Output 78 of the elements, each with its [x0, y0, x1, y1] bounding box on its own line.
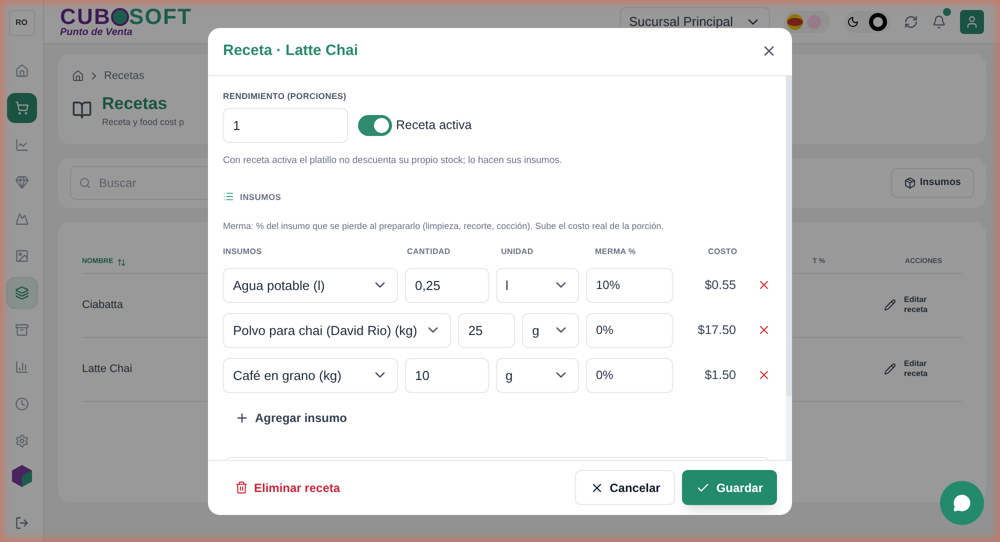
edit-recipe-button[interactable]: Editar receta	[884, 295, 944, 315]
bell-icon[interactable]	[932, 14, 946, 28]
yield-input[interactable]: 1	[223, 108, 348, 144]
search-icon	[79, 176, 91, 188]
quantity-input[interactable]: 0,25	[405, 268, 488, 303]
pencil-icon	[884, 299, 896, 311]
hint-text: Con receta activa el platillo no descuenta su propio stock; lo hacen sus insumos.	[223, 154, 564, 168]
user-icon	[965, 14, 979, 28]
field-label: RENDIMIENTO (PORCIONES)	[223, 90, 348, 102]
language-toggle[interactable]	[784, 10, 830, 32]
home-icon[interactable]	[72, 70, 84, 82]
insumo-select[interactable]: Café en grano (kg)	[223, 358, 398, 393]
cancel-button[interactable]: Cancelar	[574, 470, 676, 505]
settings-icon	[14, 434, 28, 448]
page-title: Recetas	[102, 92, 168, 114]
book-icon	[72, 100, 92, 120]
list-icon	[223, 191, 234, 202]
trash-icon	[235, 481, 248, 494]
sidebar-item[interactable]	[6, 93, 36, 123]
page-subtitle: Receta y food cost p	[102, 116, 184, 129]
delete-recipe-button[interactable]: Eliminar receta	[235, 478, 340, 496]
sidebar-item[interactable]	[6, 278, 36, 308]
scrollbar[interactable]	[786, 76, 792, 460]
column-header: INSUMOS	[223, 246, 263, 258]
theme-toggle[interactable]	[844, 10, 890, 32]
refresh-icon[interactable]	[904, 14, 918, 28]
user-badge: RO	[8, 10, 34, 36]
cost-value: $0.55	[704, 276, 736, 294]
merma-note: Merma: % del insumo que se pierde al prepararlo (limpieza, recorte, cocción). Sube el costo real de la porción.	[223, 220, 665, 234]
image-icon	[14, 249, 28, 263]
pencil-icon	[884, 363, 896, 375]
unit-select[interactable]: g	[522, 312, 580, 348]
column-header: UNIDAD	[501, 246, 534, 258]
merma-input[interactable]: 10%	[586, 268, 673, 303]
insumo-select[interactable]: Polvo para chai (David Rio) (kg)	[223, 312, 452, 348]
column-header: CANTIDAD	[407, 246, 452, 258]
column-header: MERMA %	[595, 246, 637, 258]
line-chart-icon	[14, 138, 28, 152]
profile-button[interactable]	[960, 10, 984, 34]
tagline: Punto de Venta	[60, 28, 134, 38]
table-cell-text: Latte Chai	[82, 362, 132, 377]
save-button[interactable]: Guardar	[682, 470, 777, 505]
layers-icon	[14, 286, 28, 300]
merma-input[interactable]: 0%	[586, 358, 673, 393]
unit-select[interactable]: l	[496, 268, 579, 303]
cost-value: $17.50	[696, 322, 736, 339]
sort-icon	[117, 258, 126, 266]
unit-select[interactable]: g	[496, 358, 579, 393]
logo-text: CUB	[60, 6, 111, 28]
home-icon	[14, 64, 28, 78]
quantity-input[interactable]: 10	[405, 358, 488, 393]
table-cell-text: Ciabatta	[82, 298, 123, 313]
hexagon-logo-icon	[10, 464, 34, 488]
insumo-select[interactable]: Agua potable (l)	[223, 268, 398, 303]
archive-icon	[14, 323, 28, 337]
toggle-label: Receta activa	[396, 117, 472, 134]
cart-icon	[14, 101, 28, 115]
globe-icon	[110, 8, 129, 26]
package-icon	[904, 176, 916, 188]
active-toggle[interactable]	[358, 115, 392, 136]
column-header: COSTO	[708, 246, 738, 258]
logout-icon[interactable]	[14, 516, 28, 530]
add-insumo-button[interactable]: Agregar insumo	[235, 408, 348, 427]
merma-input[interactable]: 0%	[586, 312, 674, 348]
bar-chart-icon	[14, 360, 28, 374]
logo-text: SOFT	[128, 6, 192, 28]
dialog-title: Receta · Latte Chai	[223, 40, 358, 61]
insumos-button[interactable]: Insumos	[890, 168, 974, 198]
gem-icon	[14, 175, 28, 189]
chat-icon	[953, 494, 971, 512]
chat-button[interactable]	[940, 481, 984, 525]
clock-icon	[14, 397, 28, 411]
cost-value: $1.50	[704, 366, 736, 384]
plus-icon	[235, 410, 249, 425]
moon-icon	[847, 16, 859, 28]
quantity-input[interactable]: 25	[458, 312, 516, 348]
mountain-icon	[14, 212, 28, 226]
edit-recipe-button[interactable]: Editar receta	[884, 359, 944, 379]
